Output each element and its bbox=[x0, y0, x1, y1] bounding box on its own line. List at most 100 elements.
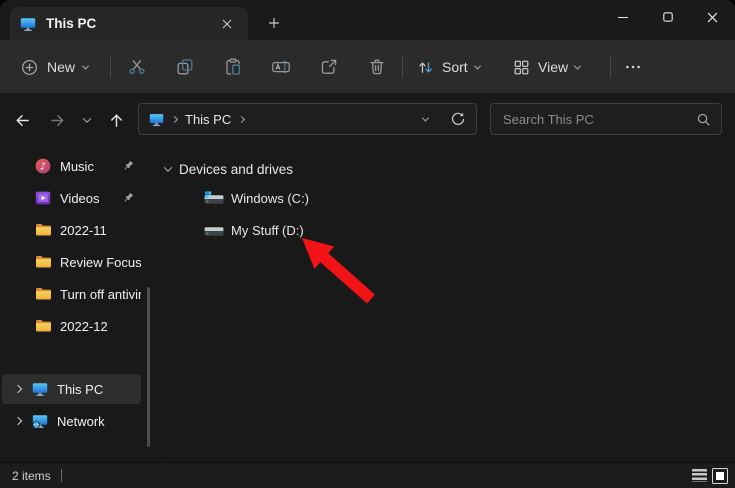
refresh-icon bbox=[451, 112, 465, 125]
folder-icon bbox=[35, 222, 51, 238]
forward-button[interactable] bbox=[45, 108, 69, 132]
sidebar-item-label: Turn off antiviru bbox=[60, 286, 141, 302]
folder-icon bbox=[35, 254, 51, 270]
close-icon bbox=[707, 12, 718, 23]
chevron-down-icon bbox=[82, 114, 92, 123]
recent-locations-button[interactable] bbox=[75, 108, 99, 132]
ellipsis-icon bbox=[623, 57, 643, 77]
data-drive-icon bbox=[204, 223, 224, 238]
drive-label: My Stuff (D:) bbox=[231, 222, 304, 238]
sidebar-item-2022-12[interactable]: 2022-12 bbox=[2, 311, 141, 341]
chevron-down-icon bbox=[81, 62, 90, 70]
group-header-label: Devices and drives bbox=[179, 161, 294, 177]
chevron-right-icon[interactable] bbox=[13, 416, 25, 426]
tab-bar: This PC bbox=[0, 0, 735, 40]
copy-icon bbox=[175, 57, 195, 77]
minimize-button[interactable] bbox=[600, 0, 645, 34]
chevron-right-icon[interactable] bbox=[13, 384, 25, 394]
copy-button[interactable] bbox=[174, 56, 196, 78]
sidebar-scrollbar[interactable] bbox=[147, 287, 150, 447]
delete-button[interactable] bbox=[366, 56, 388, 78]
back-arrow-icon bbox=[14, 112, 31, 129]
maximize-button[interactable] bbox=[645, 0, 690, 34]
search-box[interactable] bbox=[490, 103, 722, 135]
scissors-icon bbox=[127, 57, 147, 77]
chevron-down-icon bbox=[574, 62, 582, 70]
forward-arrow-icon bbox=[49, 112, 66, 129]
status-bar: 2 items bbox=[0, 462, 735, 488]
sort-icon bbox=[416, 58, 435, 77]
chevron-down-icon bbox=[163, 163, 173, 172]
share-button[interactable] bbox=[318, 56, 340, 78]
cut-button[interactable] bbox=[126, 56, 148, 78]
sort-button-label: Sort bbox=[442, 59, 468, 75]
refresh-button[interactable] bbox=[450, 111, 466, 127]
window-controls bbox=[600, 0, 735, 34]
chevron-right-icon bbox=[170, 115, 179, 123]
address-dropdown-button[interactable] bbox=[421, 114, 430, 122]
new-button[interactable]: New bbox=[16, 52, 92, 82]
close-icon bbox=[222, 19, 232, 29]
sidebar-item-this-pc[interactable]: This PC bbox=[2, 374, 141, 404]
details-view-button[interactable] bbox=[692, 469, 707, 482]
group-header-devices-and-drives[interactable]: Devices and drives bbox=[163, 159, 294, 179]
sidebar-item-videos[interactable]: Videos bbox=[2, 183, 141, 213]
sidebar-item-2022-11[interactable]: 2022-11 bbox=[2, 215, 141, 245]
new-button-label: New bbox=[47, 59, 76, 75]
drive-item-windows-c[interactable]: Windows (C:) bbox=[204, 187, 309, 209]
sort-button[interactable]: Sort bbox=[412, 52, 484, 82]
share-icon bbox=[319, 57, 339, 77]
paste-button[interactable] bbox=[222, 56, 244, 78]
view-button-label: View bbox=[538, 59, 569, 75]
back-button[interactable] bbox=[10, 108, 34, 132]
tab-this-pc[interactable]: This PC bbox=[10, 7, 248, 40]
videos-icon bbox=[35, 190, 51, 206]
sidebar-item-label: Music bbox=[60, 158, 94, 174]
network-icon bbox=[32, 413, 48, 429]
command-bar: New Sort View bbox=[0, 40, 735, 93]
new-tab-button[interactable] bbox=[262, 11, 286, 35]
sidebar-separator bbox=[160, 145, 161, 462]
sidebar-item-label: Review Focus W bbox=[60, 254, 141, 270]
rename-icon bbox=[271, 57, 291, 77]
chevron-down-icon bbox=[473, 62, 481, 70]
folder-icon bbox=[35, 318, 51, 334]
drive-item-my-stuff-d[interactable]: My Stuff (D:) bbox=[204, 219, 304, 241]
more-options-button[interactable] bbox=[620, 56, 646, 78]
view-button[interactable]: View bbox=[508, 52, 584, 82]
trash-icon bbox=[367, 57, 387, 77]
file-explorer-window: This PC New Sort View This PC Search Thi… bbox=[0, 0, 735, 488]
large-icons-view-button[interactable] bbox=[712, 467, 728, 484]
sidebar-item-review-focus-w[interactable]: Review Focus W bbox=[2, 247, 141, 277]
tab-close-button[interactable] bbox=[216, 13, 238, 35]
folder-icon bbox=[35, 286, 51, 302]
red-arrow-shape bbox=[302, 238, 375, 304]
toolbar-divider bbox=[610, 55, 611, 78]
sidebar-item-network[interactable]: Network bbox=[2, 406, 141, 436]
rename-button[interactable] bbox=[270, 56, 292, 78]
tab-title: This PC bbox=[46, 16, 97, 31]
up-button[interactable] bbox=[104, 108, 128, 132]
sidebar-item-label: Network bbox=[57, 413, 105, 429]
sidebar-item-turn-off-antiviru[interactable]: Turn off antiviru bbox=[2, 279, 141, 309]
sidebar-item-music[interactable]: ♪ Music bbox=[2, 151, 141, 181]
search-icon bbox=[696, 112, 711, 127]
large-icons-view-icon bbox=[716, 471, 724, 480]
address-bar[interactable]: This PC bbox=[138, 103, 477, 135]
chevron-right-icon bbox=[238, 115, 246, 123]
grid-view-icon bbox=[512, 58, 531, 77]
minimize-icon bbox=[617, 16, 628, 18]
svg-text:♪: ♪ bbox=[40, 162, 46, 173]
this-pc-icon bbox=[149, 112, 164, 127]
music-icon: ♪ bbox=[35, 158, 51, 174]
breadcrumb-item-this-pc[interactable]: This PC bbox=[185, 112, 231, 127]
drive-label: Windows (C:) bbox=[231, 190, 310, 206]
red-arrow-annotation bbox=[295, 231, 381, 314]
close-window-button[interactable] bbox=[690, 0, 735, 34]
this-pc-icon bbox=[20, 16, 36, 32]
search-input[interactable] bbox=[501, 110, 696, 128]
plus-circle-icon bbox=[20, 58, 39, 77]
clipboard-icon bbox=[223, 57, 243, 77]
sidebar-item-label: This PC bbox=[57, 381, 104, 397]
plus-icon bbox=[268, 17, 280, 29]
